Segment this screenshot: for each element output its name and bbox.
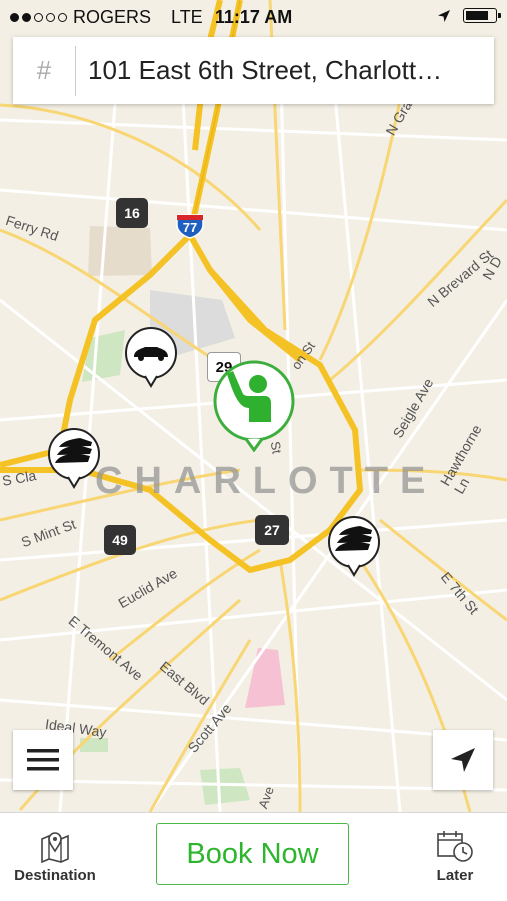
taxi-pin[interactable] [123, 326, 179, 393]
menu-button[interactable] [13, 730, 73, 790]
interstate-shield: 77 [175, 211, 205, 239]
hamburger-menu-icon [27, 749, 59, 771]
battery-icon [463, 8, 501, 23]
book-now-button[interactable]: Book Now [156, 823, 349, 885]
taxi-group-pin[interactable] [46, 427, 102, 494]
pickup-location-pin[interactable] [211, 360, 297, 457]
taxi-group-pin[interactable] [326, 515, 382, 582]
route-shield: 16 [116, 198, 148, 228]
city-label: CHARLOTTE [95, 460, 438, 502]
pickup-address-bar[interactable]: # 101 East 6th Street, Charlott… [13, 37, 494, 104]
route-shield: 27 [255, 515, 289, 545]
hash-icon[interactable]: # [13, 55, 75, 86]
clock: 11:17 AM [214, 7, 293, 27]
status-bar: ROGERS LTE 11:17 AM [0, 0, 507, 36]
shield-number: 77 [182, 220, 198, 235]
pickup-address-field[interactable]: 101 East 6th Street, Charlott… [76, 55, 494, 86]
map-pin-icon [41, 832, 69, 864]
schedule-calendar-icon [437, 831, 473, 862]
route-shield: 49 [104, 525, 136, 555]
later-button[interactable]: Later [417, 829, 493, 884]
location-arrow-icon [451, 748, 475, 772]
later-label: Later [436, 867, 474, 884]
locate-me-button[interactable] [433, 730, 493, 790]
destination-label: Destination [14, 867, 96, 884]
map-view[interactable]: Ferry Rd N Gra N Brevard St N D Seigle A… [0, 0, 507, 812]
location-services-icon [438, 9, 450, 22]
bottom-action-bar: Destination Book Now Later [0, 812, 507, 901]
destination-button[interactable]: Destination [10, 829, 100, 884]
